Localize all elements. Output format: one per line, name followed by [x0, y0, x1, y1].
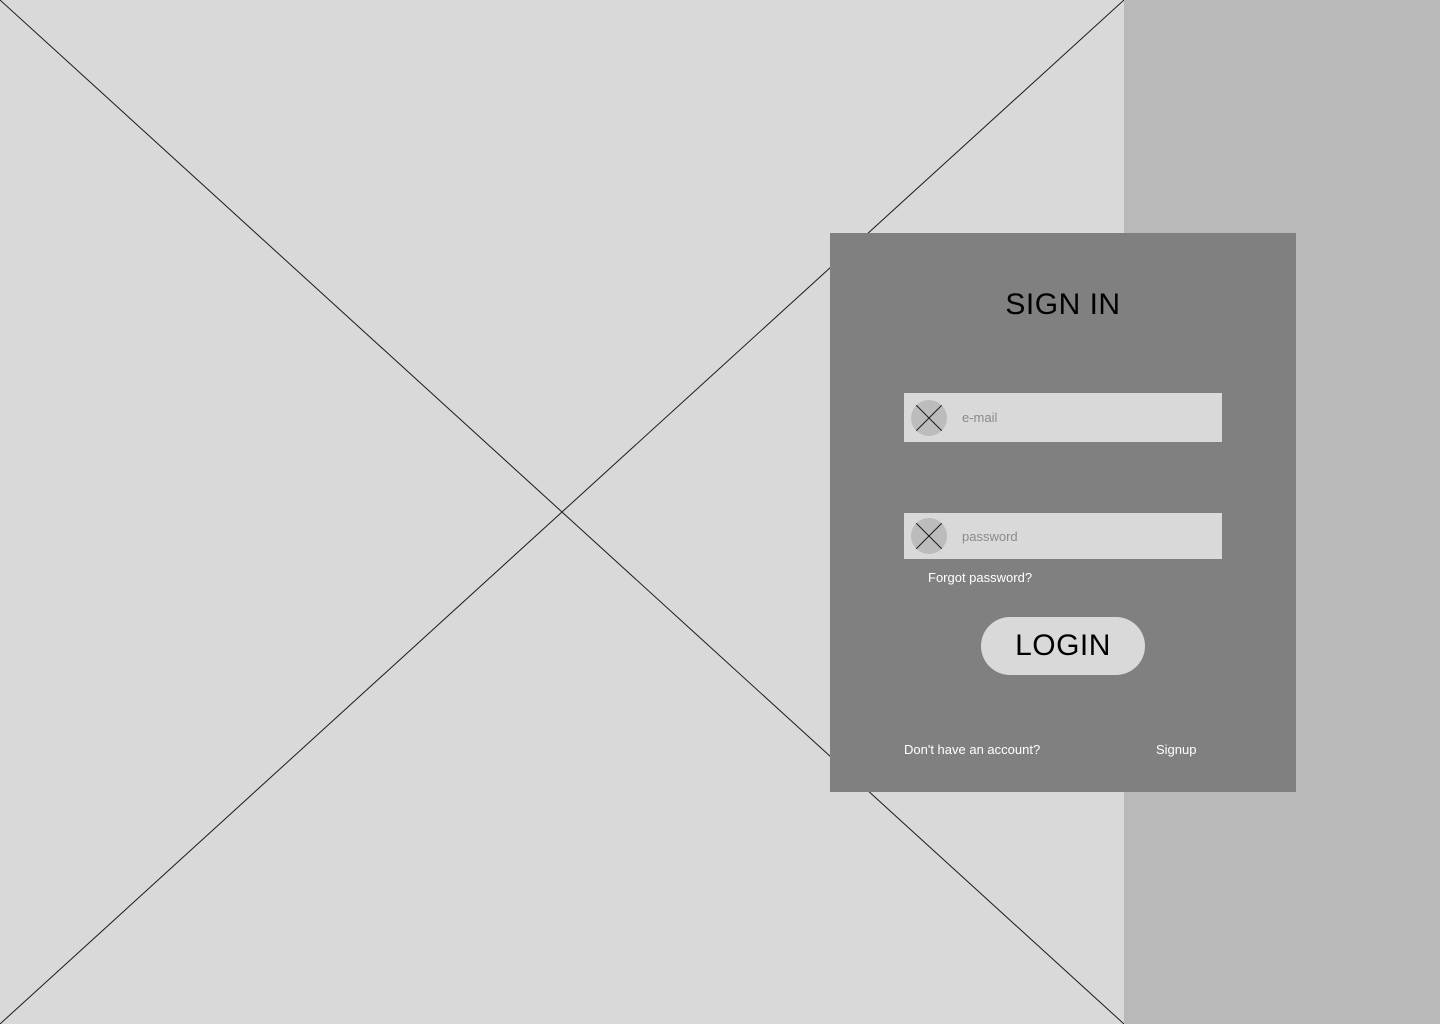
password-placeholder-avatar-icon — [911, 518, 947, 554]
no-account-text: Don't have an account? — [904, 742, 1041, 757]
forgot-password-link[interactable]: Forgot password? — [928, 570, 1032, 585]
email-field[interactable] — [904, 393, 1222, 442]
login-button[interactable]: LOGIN — [981, 617, 1145, 675]
login-page: SIGN IN Forgot password? LOGIN Don't hav… — [0, 0, 1440, 1024]
password-field[interactable] — [904, 513, 1222, 559]
password-input[interactable] — [962, 513, 1212, 559]
email-placeholder-avatar-icon — [911, 400, 947, 436]
email-input[interactable] — [962, 393, 1212, 442]
page-title: SIGN IN — [1005, 288, 1121, 321]
signup-link[interactable]: Signup — [1156, 742, 1196, 757]
